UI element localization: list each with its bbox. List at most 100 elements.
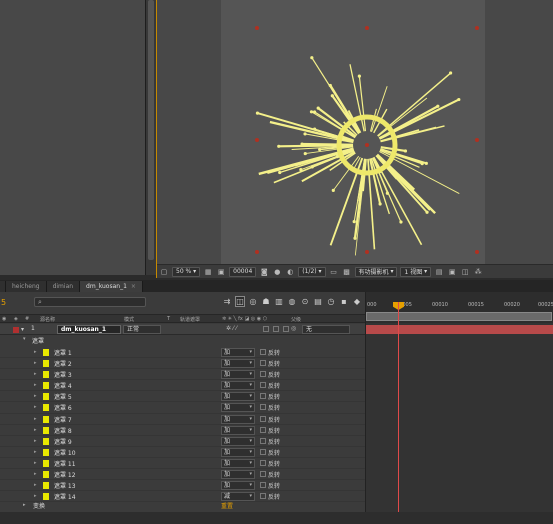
mask-mode-select[interactable]: 加 ▾ (221, 392, 255, 402)
mask-visibility-icon[interactable]: ▣ (216, 267, 226, 277)
comp-canvas[interactable] (221, 0, 485, 264)
mask-color-swatch[interactable] (43, 371, 49, 379)
frame-blend-icon[interactable]: ▥ (274, 296, 284, 307)
camera-snapshot-icon[interactable]: ◙ (259, 267, 269, 277)
expand-icon[interactable]: ▸ (34, 427, 37, 433)
trkmat-header[interactable]: 轨道遮罩 (180, 316, 200, 323)
mask-color-swatch[interactable] (43, 382, 49, 390)
mask-name[interactable]: 遮罩 11 (54, 459, 76, 468)
invert-checkbox[interactable] (260, 426, 266, 433)
timecode-display[interactable]: 00004 (229, 266, 257, 277)
mask-vertex[interactable] (475, 138, 479, 142)
expand-icon[interactable]: ▸ (34, 482, 37, 488)
tab-heicheng[interactable]: heicheng (6, 281, 47, 292)
collapse-icon[interactable]: ▸ (23, 502, 26, 508)
shy-icon[interactable]: ☗ (261, 296, 271, 307)
camera-select[interactable]: 有功摄影机 ▾ (354, 266, 398, 277)
expand-icon[interactable]: ▸ (34, 438, 37, 444)
mask-vertex[interactable] (255, 138, 259, 142)
layer-name-header[interactable]: 源名称 (40, 316, 55, 323)
invert-checkbox[interactable] (260, 404, 266, 411)
switch-box[interactable] (263, 326, 269, 332)
auto-keyframe-icon[interactable]: ◷ (326, 296, 336, 307)
mask-mode-select[interactable]: 加 ▾ (221, 370, 255, 380)
mask-row[interactable]: ▸ 遮罩 13 加 ▾ 反转 (0, 480, 365, 492)
expand-icon[interactable]: ▸ (34, 471, 37, 477)
mask-row[interactable]: ▸ 遮罩 8 加 ▾ 反转 (0, 425, 365, 436)
expand-icon[interactable]: ▾ (23, 336, 26, 342)
invert-checkbox[interactable] (260, 448, 266, 455)
show-snapshot-icon[interactable]: ● (272, 267, 282, 277)
mask-vertex[interactable] (255, 250, 259, 254)
expand-icon[interactable]: ▸ (34, 416, 37, 422)
layer-mode-select[interactable]: 正常 (123, 325, 161, 334)
mask-color-swatch[interactable] (43, 415, 49, 423)
t-header[interactable]: T (167, 316, 170, 322)
mask-color-swatch[interactable] (43, 349, 49, 356)
mask-mode-select[interactable]: 加 ▾ (221, 414, 255, 424)
parent-header[interactable]: 父级 (291, 316, 301, 323)
region-icon[interactable]: ▢ (159, 267, 169, 277)
mask-name[interactable]: 遮罩 13 (54, 481, 76, 490)
mask-vertex[interactable] (475, 26, 479, 30)
expand-icon[interactable]: ▸ (34, 493, 37, 499)
mask-name[interactable]: 遮罩 5 (54, 392, 72, 401)
live-update-icon[interactable]: ⇉ (222, 296, 232, 307)
mode-header[interactable]: 模式 (124, 316, 134, 323)
mask-color-swatch[interactable] (43, 360, 49, 368)
mask-name[interactable]: 遮罩 3 (54, 370, 72, 379)
mask-row[interactable]: ▸ 遮罩 6 加 ▾ 反转 (0, 402, 365, 414)
mask-mode-select[interactable]: 加 ▾ (221, 359, 255, 369)
layer-duration-bar[interactable] (366, 325, 553, 334)
mask-color-swatch[interactable] (43, 437, 49, 445)
mask-row[interactable]: ▸ 遮罩 12 加 ▾ 反转 (0, 469, 365, 481)
mask-color-swatch[interactable] (43, 393, 49, 401)
expand-icon[interactable]: ▸ (34, 371, 37, 377)
mask-row[interactable]: ▸ 遮罩 4 加 ▾ 反转 (0, 380, 365, 392)
mask-name[interactable]: 遮罩 4 (54, 381, 72, 390)
mask-row[interactable]: ▸ 遮罩 11 加 ▾ 反转 (0, 458, 365, 470)
mask-row[interactable]: ▸ 遮罩 5 加 ▾ 反转 (0, 391, 365, 403)
mask-vertex[interactable] (365, 26, 369, 30)
layer-name[interactable]: dm_kuosan_1 (57, 325, 121, 334)
grid-icon[interactable]: ▦ (203, 267, 213, 277)
transform-row[interactable]: ▸ 变换 重置 (0, 500, 365, 512)
reset-link[interactable]: 重置 (221, 501, 233, 510)
mask-row[interactable]: ▸ 遮罩 10 加 ▾ 反转 (0, 447, 365, 458)
mask-mode-select[interactable]: 加 ▾ (221, 425, 255, 435)
mask-mode-select[interactable]: 加 ▾ (221, 403, 255, 413)
mask-vertex[interactable] (365, 250, 369, 254)
mask-color-swatch[interactable] (43, 482, 49, 490)
mask-mode-select[interactable]: 加 ▾ (221, 381, 255, 391)
invert-checkbox[interactable] (260, 459, 266, 466)
mask-name[interactable]: 遮罩 6 (54, 403, 72, 412)
mask-mode-select[interactable]: 加 ▾ (221, 436, 255, 446)
expand-icon[interactable]: ▸ (34, 360, 37, 366)
mask-name[interactable]: 遮罩 1 (54, 348, 72, 357)
resolution-select[interactable]: (1/2) ▾ (298, 266, 326, 277)
expand-icon[interactable]: ▸ (34, 349, 37, 355)
expand-icon[interactable]: ▸ (34, 460, 37, 466)
tab-dm-kuosan-1[interactable]: dm_kuosan_1 × (80, 281, 143, 292)
search-input[interactable]: ⌕ (34, 297, 146, 307)
roi-icon[interactable]: ▭ (329, 267, 339, 277)
motion-blur-icon[interactable]: ◍ (287, 296, 297, 307)
mask-row[interactable]: ▸ 遮罩 2 加 ▾ 反转 (0, 358, 365, 370)
timeline-icon[interactable]: ◫ (460, 267, 470, 277)
close-icon[interactable]: × (131, 283, 136, 290)
invert-checkbox[interactable] (260, 382, 266, 389)
switch-box[interactable] (283, 326, 289, 332)
mask-mode-select[interactable]: 加 ▾ (221, 348, 255, 357)
invert-checkbox[interactable] (260, 360, 266, 367)
label-swatch[interactable] (13, 327, 19, 333)
draft-3d-icon[interactable]: ◎ (248, 296, 258, 307)
mask-mode-select[interactable]: 加 ▾ (221, 481, 255, 491)
invert-checkbox[interactable] (260, 493, 266, 500)
mask-color-swatch[interactable] (43, 404, 49, 412)
invert-checkbox[interactable] (260, 393, 266, 400)
expand-icon[interactable]: ▾ (21, 326, 24, 333)
mask-name[interactable]: 遮罩 7 (54, 415, 72, 424)
zoom-select[interactable]: 50 % ▾ (172, 266, 201, 277)
mask-vertex[interactable] (475, 250, 479, 254)
flowchart-icon[interactable]: ⁂ (473, 267, 483, 277)
